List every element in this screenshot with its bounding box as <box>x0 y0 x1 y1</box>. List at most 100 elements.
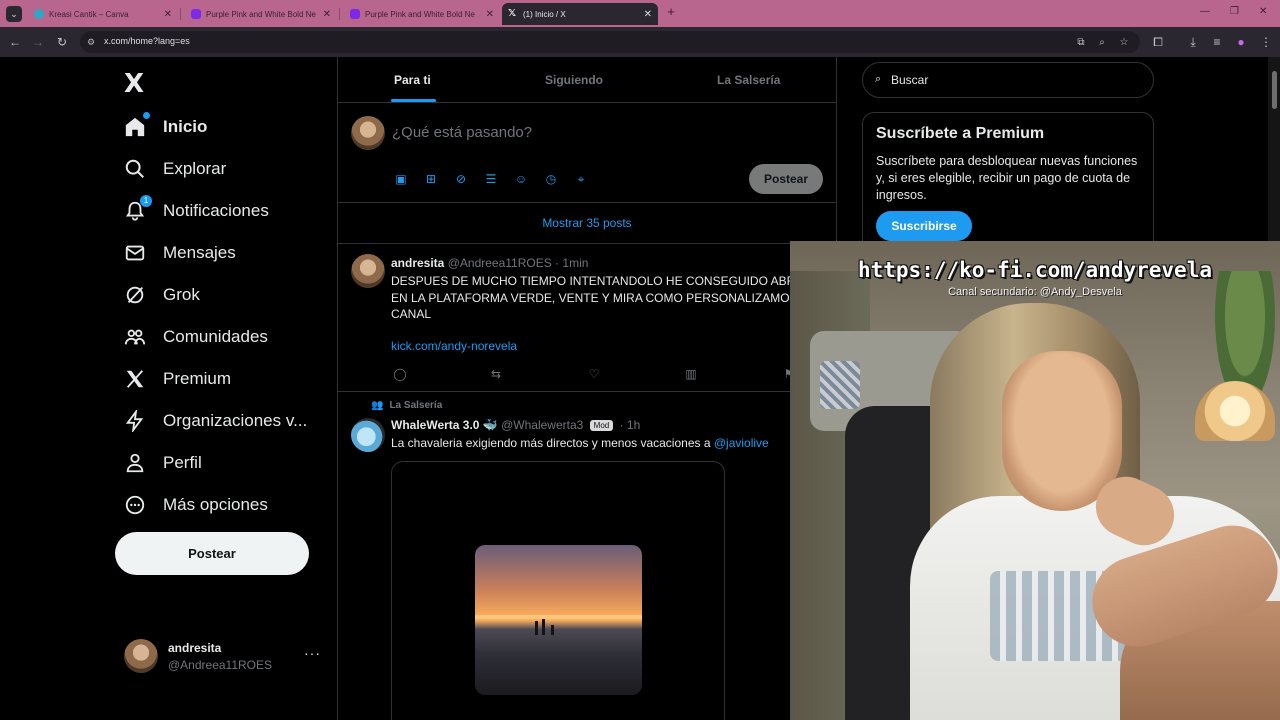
nav-item-organizaciones[interactable]: Organizaciones v... <box>122 404 307 438</box>
tweet-text-line: EN LA PLATAFORMA VERDE, VENTE Y MIRA COM… <box>391 290 791 305</box>
location-icon[interactable]: ⌖ <box>573 171 589 187</box>
browser-tab-x-home[interactable]: 𝕏 (1) Inicio / X ✕ <box>502 3 658 25</box>
nav-item-premium[interactable]: Premium <box>122 362 231 396</box>
zoom-icon[interactable]: ⌕ <box>1096 37 1108 49</box>
tab-siguiendo[interactable]: Siguiendo <box>545 73 603 87</box>
tweet-author-name[interactable]: WhaleWerta 3.0 🐳 <box>391 418 498 432</box>
avatar[interactable] <box>351 254 385 288</box>
mail-icon <box>122 240 148 266</box>
close-icon[interactable]: ✕ <box>644 9 652 20</box>
nav-item-mensajes[interactable]: Mensajes <box>122 236 236 270</box>
account-switcher[interactable]: andresita @Andreea11ROES ··· <box>124 639 324 675</box>
like-icon[interactable]: ♡ <box>586 366 602 382</box>
nav-label: Comunidades <box>163 327 268 346</box>
beach-silhouettes <box>533 617 559 635</box>
compose-post-button[interactable]: Postear <box>749 164 823 194</box>
retweet-icon[interactable]: ⇆ <box>488 366 504 382</box>
tweet-text-line: CANAL <box>391 307 432 321</box>
nav-item-perfil[interactable]: Perfil <box>122 446 202 480</box>
reply-icon[interactable]: ◯ <box>392 366 408 382</box>
nav-item-inicio[interactable]: Inicio <box>122 110 207 144</box>
compose-input[interactable]: ¿Qué está pasando? <box>392 124 532 141</box>
install-app-icon[interactable]: ⧉ <box>1075 37 1087 49</box>
bell-icon: 1 <box>122 195 152 224</box>
extensions-icon[interactable]: ⧠ <box>1150 34 1166 50</box>
search-placeholder: Buscar <box>891 73 929 87</box>
community-context[interactable]: 👥 La Salsería <box>371 400 442 411</box>
nav-item-grok[interactable]: Grok <box>122 278 200 312</box>
divider <box>338 243 836 244</box>
tweet-mention-link[interactable]: @javiolive <box>714 436 769 450</box>
bookmark-star-icon[interactable]: ☆ <box>1118 37 1130 49</box>
forward-icon[interactable]: → <box>30 34 46 50</box>
divider <box>338 102 836 103</box>
close-icon[interactable]: ✕ <box>486 9 494 20</box>
tweet-link[interactable]: kick.com/andy-norevela <box>391 339 517 353</box>
more-circle-icon <box>122 492 148 518</box>
tab-divider <box>180 8 181 20</box>
close-window-icon[interactable]: ✕ <box>1259 6 1267 17</box>
tweet-text: La chavaleria exigiendo más directos y m… <box>391 435 791 452</box>
separator: · <box>619 418 624 432</box>
site-info-icon[interactable]: ⚙ <box>87 36 99 48</box>
schedule-icon[interactable]: ◷ <box>543 171 559 187</box>
community-name: La Salsería <box>389 400 443 411</box>
account-name: andresita <box>168 641 222 655</box>
browser-toolbar: ← → ↻ ⚙ x.com/home?lang=es ⧉ ⌕ ☆ ⧠ ⤓ ≡ ●… <box>0 27 1280 57</box>
browser-menu-icon[interactable]: ⋮ <box>1258 34 1274 50</box>
back-icon[interactable]: ← <box>7 34 23 50</box>
tweet-media[interactable] <box>391 461 725 720</box>
search-input[interactable]: ⌕ Buscar <box>862 62 1154 98</box>
more-icon[interactable]: ··· <box>304 645 321 661</box>
minimize-icon[interactable]: — <box>1200 6 1210 17</box>
tweet-author-name[interactable]: andresita <box>391 256 444 270</box>
cushion <box>820 361 860 409</box>
avatar[interactable] <box>351 418 385 452</box>
tweet-time[interactable]: 1min <box>562 256 588 270</box>
new-tab-button[interactable]: + <box>664 5 678 19</box>
profile-icon[interactable]: ● <box>1233 34 1249 50</box>
poll-icon[interactable]: ☰ <box>483 171 499 187</box>
close-icon[interactable]: ✕ <box>323 9 331 20</box>
restore-icon[interactable]: ❐ <box>1230 6 1239 17</box>
browser-tab-strip: ⌄ Kreasi Cantik – Canva ✕ Purple Pink an… <box>0 0 1280 27</box>
scrollbar-thumb[interactable] <box>1272 71 1277 109</box>
nav-item-notificaciones[interactable]: 1 Notificaciones <box>122 194 269 228</box>
views-icon[interactable]: ▥ <box>683 366 699 382</box>
emoji-icon[interactable]: ☺ <box>513 171 529 187</box>
x-logo-icon[interactable]: X <box>124 69 144 99</box>
subscribe-button[interactable]: Suscribirse <box>876 211 972 241</box>
address-bar[interactable]: ⚙ x.com/home?lang=es ⧉ ⌕ ☆ <box>80 31 1140 53</box>
gif-icon[interactable]: ⊞ <box>423 171 439 187</box>
browser-tab-design-2[interactable]: Purple Pink and White Bold Ne ✕ <box>344 3 500 25</box>
close-icon[interactable]: ✕ <box>164 9 172 20</box>
tab-label: (1) Inicio / X <box>523 9 566 19</box>
premium-title: Suscríbete a Premium <box>876 125 1045 142</box>
tweet-author-handle[interactable]: @Andreea11ROES <box>448 256 552 270</box>
grok-icon[interactable]: ⊘ <box>453 171 469 187</box>
tweet-author-handle[interactable]: @Whalewerta3 <box>501 418 583 432</box>
show-new-posts-link[interactable]: Mostrar 35 posts <box>338 203 836 243</box>
media-control-icon[interactable]: ≡ <box>1209 34 1225 50</box>
image-icon[interactable]: ▣ <box>393 171 409 187</box>
reload-icon[interactable]: ↻ <box>54 34 70 50</box>
tab-label: Kreasi Cantik – Canva <box>49 9 129 19</box>
separator: · <box>555 256 560 270</box>
nav-item-comunidades[interactable]: Comunidades <box>122 320 268 354</box>
tab-la-salseria[interactable]: La Salsería <box>717 73 780 87</box>
grok-icon <box>122 282 148 308</box>
sunset-photo[interactable] <box>475 545 642 695</box>
nav-item-explorar[interactable]: Explorar <box>122 152 226 186</box>
post-button[interactable]: Postear <box>115 532 309 575</box>
browser-tab-design-1[interactable]: Purple Pink and White Bold Ne ✕ <box>185 3 337 25</box>
lightning-icon <box>122 408 148 434</box>
tab-search-button[interactable]: ⌄ <box>6 6 22 22</box>
tweet-time[interactable]: 1h <box>627 418 640 432</box>
tab-para-ti[interactable]: Para ti <box>394 73 431 87</box>
nav-item-mas-opciones[interactable]: Más opciones <box>122 488 268 522</box>
browser-tab-canva[interactable]: Kreasi Cantik – Canva ✕ <box>28 3 178 25</box>
premium-description: Suscríbete para desbloquear nuevas funci… <box>876 154 1138 202</box>
download-icon[interactable]: ⤓ <box>1185 34 1201 50</box>
nav-label: Perfil <box>163 453 202 472</box>
unread-dot <box>143 112 150 119</box>
